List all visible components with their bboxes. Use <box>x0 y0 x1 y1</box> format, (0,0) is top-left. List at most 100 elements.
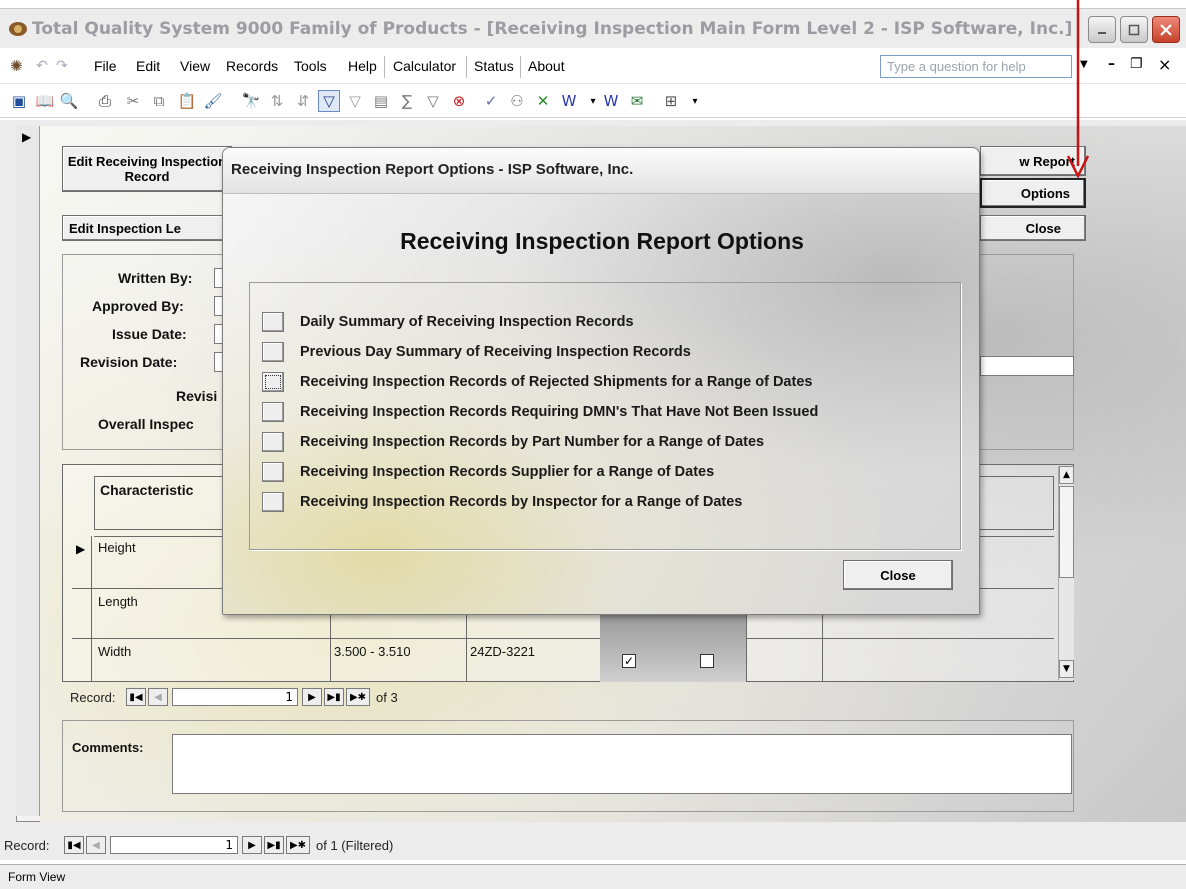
report-option-label: Receiving Inspection Records by Inspecto… <box>300 494 743 510</box>
grid-cell-spec[interactable]: 3.500 - 3.510 <box>334 644 411 659</box>
menu-tools[interactable]: Tools <box>294 58 327 74</box>
revision-notes-field[interactable] <box>980 356 1074 376</box>
edit-receiving-button[interactable]: Edit Receiving Inspection Record <box>62 146 232 192</box>
sub-record-count: of 3 <box>376 690 398 705</box>
reject-checkbox[interactable] <box>700 654 714 668</box>
app-icon[interactable] <box>8 20 28 38</box>
report-option-button[interactable] <box>262 492 284 512</box>
main-next-record-button[interactable]: ▶ <box>242 836 262 854</box>
advanced-filter-icon[interactable]: ∑ <box>396 90 418 112</box>
report-option-button[interactable] <box>262 402 284 422</box>
menu-help[interactable]: Help <box>348 58 377 74</box>
last-record-button[interactable]: ▶▮ <box>324 688 344 706</box>
new-record-button[interactable]: ▶✱ <box>346 688 370 706</box>
outlook-icon[interactable]: ✉ <box>626 90 648 112</box>
filter-by-selection-icon[interactable]: ▤ <box>370 90 392 112</box>
title-bar: Total Quality System 9000 Family of Prod… <box>0 8 1186 48</box>
sort-descending-icon[interactable]: ⇵ <box>292 90 314 112</box>
mdi-close-icon[interactable]: × <box>1158 55 1171 74</box>
options-button[interactable]: Options <box>980 178 1086 208</box>
report-option-row[interactable]: Daily Summary of Receiving Inspection Re… <box>262 309 634 335</box>
menu-file[interactable]: File <box>94 58 117 74</box>
report-option-row[interactable]: Receiving Inspection Records by Part Num… <box>262 429 764 455</box>
report-option-button[interactable] <box>262 312 284 332</box>
dialog-body: Receiving Inspection Report Options Dail… <box>223 194 979 614</box>
scroll-thumb[interactable] <box>1059 486 1074 578</box>
find-icon[interactable]: 🔭 <box>240 90 262 112</box>
autocorrect-icon[interactable]: ⚇ <box>506 90 528 112</box>
first-record-button[interactable]: ▮◀ <box>126 688 146 706</box>
word-merge-icon[interactable]: W <box>600 90 622 112</box>
save-icon[interactable]: ▣ <box>8 90 30 112</box>
menu-edit[interactable]: Edit <box>136 58 160 74</box>
grid-cell-characteristic[interactable]: Width <box>98 644 131 659</box>
grid-cell-characteristic[interactable]: Length <box>98 594 138 609</box>
main-first-record-button[interactable]: ▮◀ <box>64 836 84 854</box>
grid-vertical-scrollbar[interactable]: ▲ ▼ <box>1058 466 1074 680</box>
column-characteristic-header: Characteristic <box>100 482 194 498</box>
dialog-title-bar[interactable]: Receiving Inspection Report Options - IS… <box>223 148 979 194</box>
paste-icon[interactable]: 📋 <box>176 90 198 112</box>
word-icon[interactable]: W <box>558 90 580 112</box>
report-option-row[interactable]: Previous Day Summary of Receiving Inspec… <box>262 339 691 365</box>
copy-icon[interactable]: ⧉ <box>148 90 170 112</box>
report-option-row[interactable]: Receiving Inspection Records by Inspecto… <box>262 489 742 515</box>
mdi-restore-icon[interactable]: ❐ <box>1130 56 1143 72</box>
grid-cell-gage[interactable]: 24ZD-3221 <box>470 644 535 659</box>
maximize-button[interactable] <box>1120 16 1148 43</box>
main-record-number-input[interactable]: 1 <box>110 836 238 854</box>
undo-icon[interactable]: ↶ <box>36 58 48 74</box>
apply-filter-icon[interactable]: ▽ <box>422 90 444 112</box>
report-option-button[interactable] <box>262 462 284 482</box>
record-selector[interactable]: ▶ <box>16 126 40 816</box>
format-painter-icon[interactable]: 🖌 <box>202 90 224 112</box>
report-option-row[interactable]: Receiving Inspection Records of Rejected… <box>262 369 812 395</box>
new-object-icon[interactable]: ⊞ <box>660 90 682 112</box>
redo-icon[interactable]: ↷ <box>56 58 68 74</box>
print-icon[interactable]: ⎙ <box>94 90 116 112</box>
report-option-button[interactable] <box>262 342 284 362</box>
accept-checkbox[interactable]: ✓ <box>622 654 636 668</box>
next-record-button[interactable]: ▶ <box>302 688 322 706</box>
ask-question-input[interactable]: Type a question for help <box>880 55 1072 78</box>
filter-by-form-icon[interactable]: ▽ <box>344 90 366 112</box>
sort-ascending-icon[interactable]: ⇅ <box>266 90 288 112</box>
toolbar: ▣ 📖 🔍 ⎙ ✂ ⧉ 📋 🖌 🔭 ⇅ ⇵ ▽ ▽ ▤ ∑ ▽ ⊗ ✓ ⚇ ✕ … <box>0 84 1186 118</box>
dialog-close-button[interactable]: Close <box>843 560 953 590</box>
main-last-record-button[interactable]: ▶▮ <box>264 836 284 854</box>
menu-calculator[interactable]: Calculator <box>393 58 456 74</box>
close-window-button[interactable] <box>1152 16 1180 43</box>
print-preview-icon[interactable]: 🔍 <box>58 90 80 112</box>
comments-textarea[interactable] <box>172 734 1072 794</box>
scroll-up-arrow-icon[interactable]: ▲ <box>1059 466 1074 484</box>
menu-separator <box>466 56 467 78</box>
report-option-button[interactable] <box>262 432 284 452</box>
scroll-down-arrow-icon[interactable]: ▼ <box>1059 660 1074 678</box>
spelling-icon[interactable]: ✓ <box>480 90 502 112</box>
mdi-minimize-icon[interactable]: – <box>1108 56 1115 72</box>
report-option-row[interactable]: Receiving Inspection Records Supplier fo… <box>262 459 714 485</box>
edit-inspection-level-button[interactable]: Edit Inspection Le <box>62 215 232 241</box>
previous-record-button[interactable]: ◀ <box>148 688 168 706</box>
menu-about[interactable]: About <box>528 58 565 74</box>
report-option-button[interactable] <box>262 372 284 392</box>
app-menu-icon[interactable]: ✺ <box>10 57 23 75</box>
report-option-row[interactable]: Receiving Inspection Records Requiring D… <box>262 399 818 425</box>
cut-icon[interactable]: ✂ <box>122 90 144 112</box>
new-object-dropdown-icon[interactable]: ▾ <box>684 90 706 112</box>
close-form-button[interactable]: Close <box>980 215 1086 241</box>
grid-cell-characteristic[interactable]: Height <box>98 540 136 555</box>
filter-icon[interactable]: ▽ <box>318 90 340 112</box>
open-icon[interactable]: 📖 <box>34 90 56 112</box>
menu-status[interactable]: Status <box>474 58 514 74</box>
excel-icon[interactable]: ✕ <box>532 90 554 112</box>
maximize-icon <box>1128 24 1140 35</box>
main-previous-record-button[interactable]: ◀ <box>86 836 106 854</box>
minimize-button[interactable] <box>1088 16 1116 43</box>
remove-filter-icon[interactable]: ⊗ <box>448 90 470 112</box>
sub-record-number-input[interactable]: 1 <box>172 688 298 706</box>
main-new-record-button[interactable]: ▶✱ <box>286 836 310 854</box>
menu-view[interactable]: View <box>180 58 210 74</box>
menu-records[interactable]: Records <box>226 58 278 74</box>
main-record-count: of 1 (Filtered) <box>316 838 394 853</box>
